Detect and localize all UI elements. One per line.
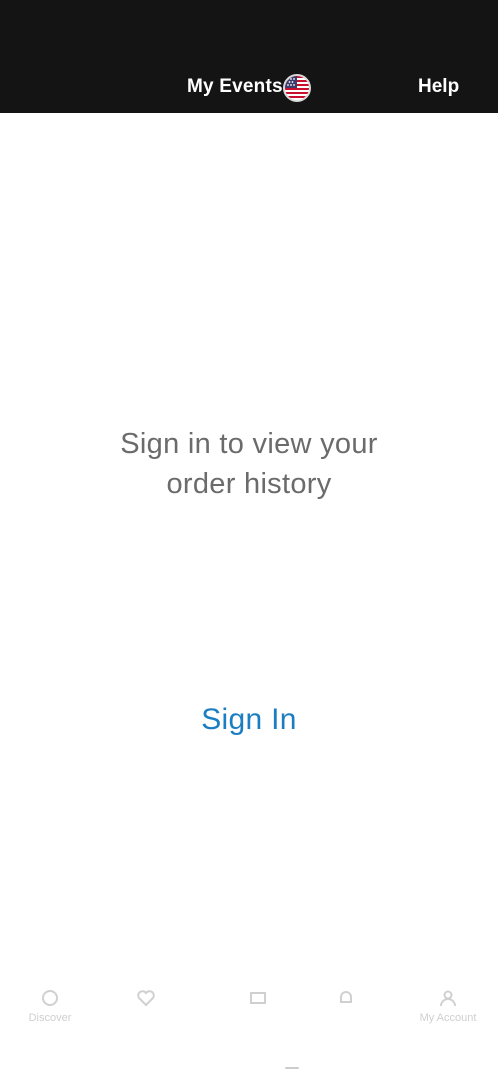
help-link[interactable]: Help (418, 76, 459, 98)
heart-icon (137, 990, 155, 1007)
signin-prompt-line-1: Sign in to view your (120, 428, 378, 460)
page-title: My Events (187, 76, 283, 97)
account-icon (440, 990, 456, 1007)
discover-icon (42, 990, 58, 1006)
home-indicator (285, 1067, 299, 1069)
ticket-icon (250, 992, 266, 1004)
nav-label-discover: Discover (28, 1012, 72, 1024)
bell-icon (340, 991, 352, 1003)
nav-item-3[interactable] (210, 988, 306, 1048)
nav-label-my-account: My Account (419, 1012, 477, 1024)
nav-item-my-account[interactable]: My Account (400, 988, 496, 1048)
signin-prompt-line-2: order history (166, 468, 332, 500)
sign-in-link[interactable]: Sign In (0, 703, 498, 737)
nav-item-discover[interactable]: Discover (2, 988, 98, 1048)
bottom-nav: Discover My Account (0, 968, 498, 1080)
us-flag-icon[interactable] (283, 74, 311, 102)
nav-item-2[interactable] (98, 988, 194, 1048)
top-header: My Events Help (0, 0, 498, 113)
signin-prompt: Sign in to view your order history (0, 424, 498, 504)
nav-item-4[interactable] (298, 988, 394, 1048)
